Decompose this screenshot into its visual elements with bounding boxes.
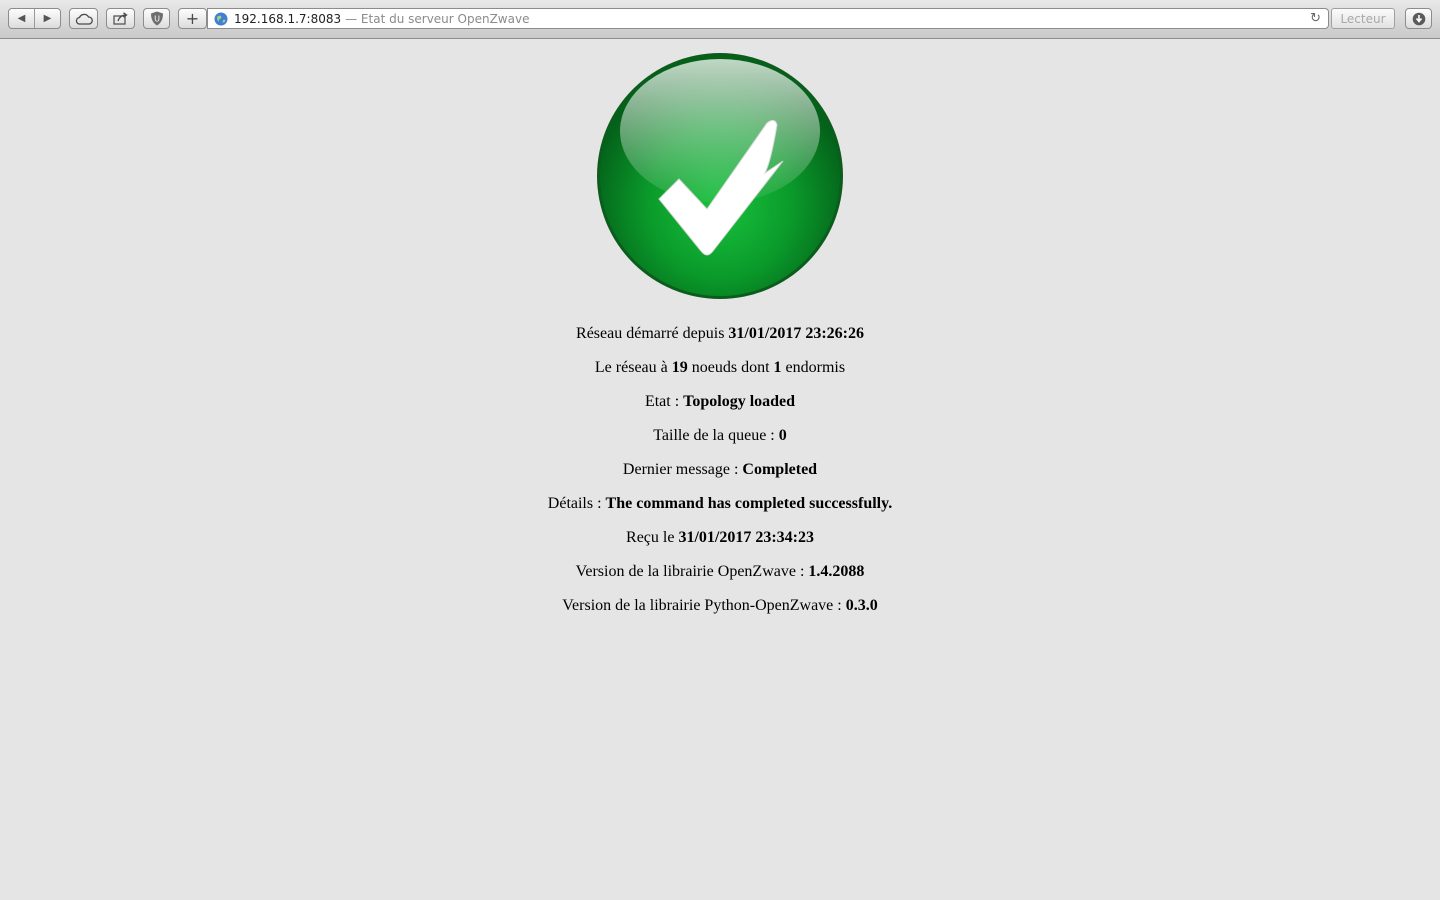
details-line: Détails : The command has completed succ… — [0, 495, 1440, 529]
status-page: Réseau démarré depuis 31/01/2017 23:26:2… — [0, 40, 1440, 631]
state-value: Topology loaded — [683, 393, 796, 410]
last-message-value: Completed — [742, 461, 818, 478]
last-message-line: Dernier message : Completed — [0, 461, 1440, 495]
globe-icon — [214, 12, 228, 25]
reload-icon[interactable]: ↻ — [1310, 11, 1321, 26]
download-icon — [1412, 12, 1425, 25]
network-start-line: Réseau démarré depuis 31/01/2017 23:26:2… — [0, 325, 1440, 359]
page-title: — Etat du serveur OpenZwave — [345, 11, 530, 26]
icloud-tabs-icon — [75, 13, 93, 25]
ublock-button[interactable]: U — [143, 8, 170, 29]
reader-button[interactable]: Lecteur — [1331, 8, 1395, 29]
queue-size-value: 0 — [778, 427, 787, 444]
new-tab-button[interactable]: + — [178, 8, 207, 29]
last-message-label: Dernier message : — [622, 461, 743, 478]
python-openzwave-version-value: 0.3.0 — [845, 597, 878, 614]
ublock-icon: U — [150, 11, 163, 26]
node-count-suffix: endormis — [781, 359, 846, 376]
sleeping-count-value: 1 — [773, 359, 782, 376]
received-value: 31/01/2017 23:34:23 — [678, 529, 814, 546]
received-label: Reçu le — [626, 529, 679, 546]
plus-icon: + — [185, 8, 200, 28]
node-count-label: Le réseau à — [594, 359, 672, 376]
back-arrow-icon[interactable]: ◀ — [9, 9, 34, 28]
browser-toolbar: ◀ ▶ U + 192.168.1.7:8083 — Etat du serve… — [0, 0, 1440, 39]
icloud-tabs-button[interactable] — [69, 8, 98, 29]
openzwave-version-line: Version de la librairie OpenZwave : 1.4.… — [0, 563, 1440, 597]
status-info-list: Réseau démarré depuis 31/01/2017 23:26:2… — [0, 325, 1440, 631]
forward-arrow-icon[interactable]: ▶ — [35, 9, 60, 28]
navigation-buttons: ◀ ▶ — [8, 8, 61, 29]
success-checkmark-icon — [597, 53, 843, 299]
received-line: Reçu le 31/01/2017 23:34:23 — [0, 529, 1440, 563]
share-icon — [112, 12, 128, 25]
downloads-button[interactable] — [1405, 8, 1432, 29]
python-openzwave-version-label: Version de la librairie Python-OpenZwave… — [562, 597, 846, 614]
openzwave-version-value: 1.4.2088 — [808, 563, 865, 580]
python-openzwave-version-line: Version de la librairie Python-OpenZwave… — [0, 597, 1440, 631]
queue-size-label: Taille de la queue : — [653, 427, 779, 444]
node-count-mid: noeuds dont — [687, 359, 774, 376]
address-bar[interactable]: 192.168.1.7:8083 — Etat du serveur OpenZ… — [207, 8, 1329, 29]
details-value: The command has completed successfully. — [605, 495, 893, 512]
details-label: Détails : — [547, 495, 606, 512]
state-label: Etat : — [644, 393, 684, 410]
network-start-value: 31/01/2017 23:26:26 — [728, 325, 864, 342]
url-text: 192.168.1.7:8083 — [234, 11, 342, 26]
state-line: Etat : Topology loaded — [0, 393, 1440, 427]
network-start-label: Réseau démarré depuis — [576, 325, 729, 342]
node-count-value: 19 — [671, 359, 688, 376]
openzwave-version-label: Version de la librairie OpenZwave : — [575, 563, 809, 580]
share-button[interactable] — [106, 8, 135, 29]
queue-size-line: Taille de la queue : 0 — [0, 427, 1440, 461]
svg-text:U: U — [154, 15, 160, 24]
node-count-line: Le réseau à 19 noeuds dont 1 endormis — [0, 359, 1440, 393]
